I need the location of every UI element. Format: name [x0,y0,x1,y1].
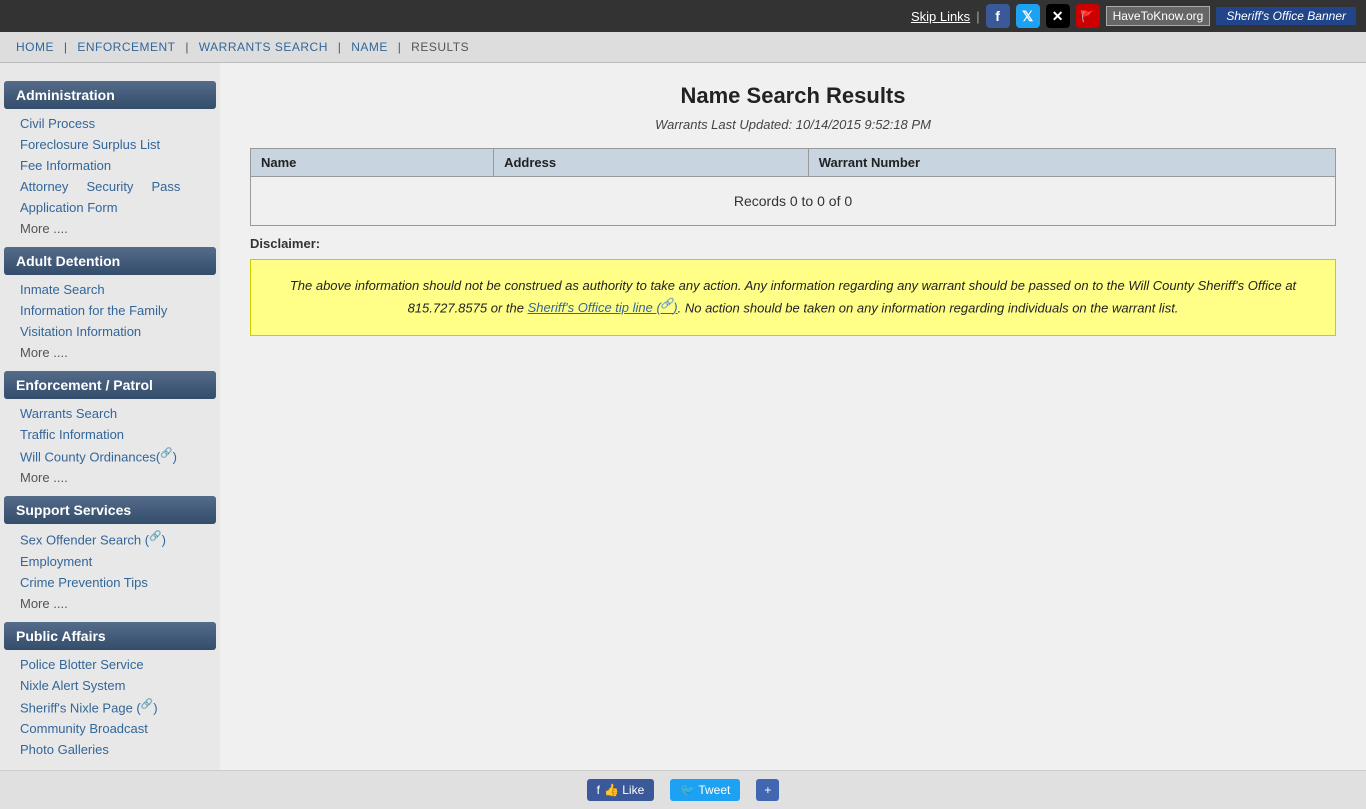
disclaimer-text-2: . No action should be taken on any infor… [678,300,1179,315]
table-row-records: Records 0 to 0 of 0 [251,177,1336,226]
breadcrumb-sep-2: | [185,40,189,54]
breadcrumb-sep-4: | [398,40,402,54]
top-bar: Skip Links | f 𝕏 ✕ 🚩 HaveToKnow.org Sher… [0,0,1366,32]
table-header-address: Address [494,149,809,177]
breadcrumb-bar: Home | Enforcement | Warrants Search | N… [0,32,1366,63]
employment-link[interactable]: Employment [0,551,220,572]
sex-offender-link[interactable]: Sex Offender Search (🔗) [0,528,220,550]
breadcrumb-enforcement[interactable]: Enforcement [77,40,175,54]
last-updated: Warrants Last Updated: 10/14/2015 9:52:1… [250,117,1336,132]
fb-icon: f [597,783,600,797]
havetoknow-button[interactable]: HaveToKnow.org [1106,6,1211,26]
sidebar-header-enforcement: Enforcement / Patrol [4,371,216,399]
tweet-label: 🐦 Tweet [680,783,730,797]
tip-line-ext-icon: 🔗 [661,299,673,310]
content-area: Name Search Results Warrants Last Update… [220,63,1366,770]
breadcrumb-home[interactable]: Home [16,40,54,54]
ordinances-link[interactable]: Will County Ordinances(🔗) [0,445,220,467]
main-wrapper: Administration Civil Process Foreclosure… [0,63,1366,770]
breadcrumb-sep-1: | [64,40,68,54]
results-table: Name Address Warrant Number Records 0 to… [250,148,1336,226]
disclaimer-label: Disclaimer: [250,236,1336,251]
skip-links-button[interactable]: Skip Links [911,9,970,24]
inmate-search-link[interactable]: Inmate Search [0,279,220,300]
records-count: Records 0 to 0 of 0 [261,183,1325,219]
disclaimer-box: The above information should not be cons… [250,259,1336,336]
administration-more-link[interactable]: More .... [0,218,220,239]
breadcrumb-sep-3: | [338,40,342,54]
traffic-info-link[interactable]: Traffic Information [0,424,220,445]
twitter-icon[interactable]: 𝕏 [1016,4,1040,28]
sex-offender-ext-icon: 🔗 [149,531,161,542]
sidebar-header-support: Support Services [4,496,216,524]
x-icon[interactable]: ✕ [1046,4,1070,28]
police-blotter-link[interactable]: Police Blotter Service [0,654,220,675]
nixle-alert-link[interactable]: Nixle Alert System [0,675,220,696]
facebook-like-button[interactable]: f 👍 Like [587,779,655,801]
application-form-link[interactable]: Application Form [0,197,220,218]
photo-galleries-link[interactable]: Photo Galleries [0,739,220,760]
twitter-tweet-button[interactable]: 🐦 Tweet [670,779,740,801]
facebook-icon[interactable]: f [986,4,1010,28]
enforcement-more-link[interactable]: More .... [0,467,220,488]
warrants-search-link[interactable]: Warrants Search [0,403,220,424]
attorney-security-link[interactable]: Attorney Security Pass [0,176,220,197]
fee-information-link[interactable]: Fee Information [0,155,220,176]
sheriff-banner: Sheriff's Office Banner [1216,7,1356,25]
community-broadcast-link[interactable]: Community Broadcast [0,718,220,739]
table-header-name: Name [251,149,494,177]
sidebar: Administration Civil Process Foreclosure… [0,63,220,770]
flag-icon[interactable]: 🚩 [1076,4,1100,28]
fb-like-label: 👍 Like [604,783,644,797]
top-bar-separator: | [976,9,979,24]
support-more-link[interactable]: More .... [0,593,220,614]
tip-line-link[interactable]: Sheriff's Office tip line (🔗) [528,300,678,315]
page-title: Name Search Results [250,83,1336,109]
crime-prevention-link[interactable]: Crime Prevention Tips [0,572,220,593]
breadcrumb-warrants-search[interactable]: Warrants Search [199,40,328,54]
sidebar-header-public-affairs: Public Affairs [4,622,216,650]
nixle-ext-icon: 🔗 [141,699,153,710]
info-family-link[interactable]: Information for the Family [0,300,220,321]
ext-link-icon: 🔗 [160,448,172,459]
nixle-page-link[interactable]: Sheriff's Nixle Page (🔗) [0,696,220,718]
table-header-warrant: Warrant Number [808,149,1335,177]
breadcrumb-results: Results [411,40,469,54]
share-button[interactable]: + [756,779,779,801]
bottom-bar: f 👍 Like 🐦 Tweet + [0,770,1366,809]
foreclosure-link[interactable]: Foreclosure Surplus List [0,134,220,155]
breadcrumb-name[interactable]: Name [351,40,388,54]
visitation-link[interactable]: Visitation Information [0,321,220,342]
sidebar-header-adult-detention: Adult Detention [4,247,216,275]
adult-detention-more-link[interactable]: More .... [0,342,220,363]
sidebar-header-administration: Administration [4,81,216,109]
civil-process-link[interactable]: Civil Process [0,113,220,134]
